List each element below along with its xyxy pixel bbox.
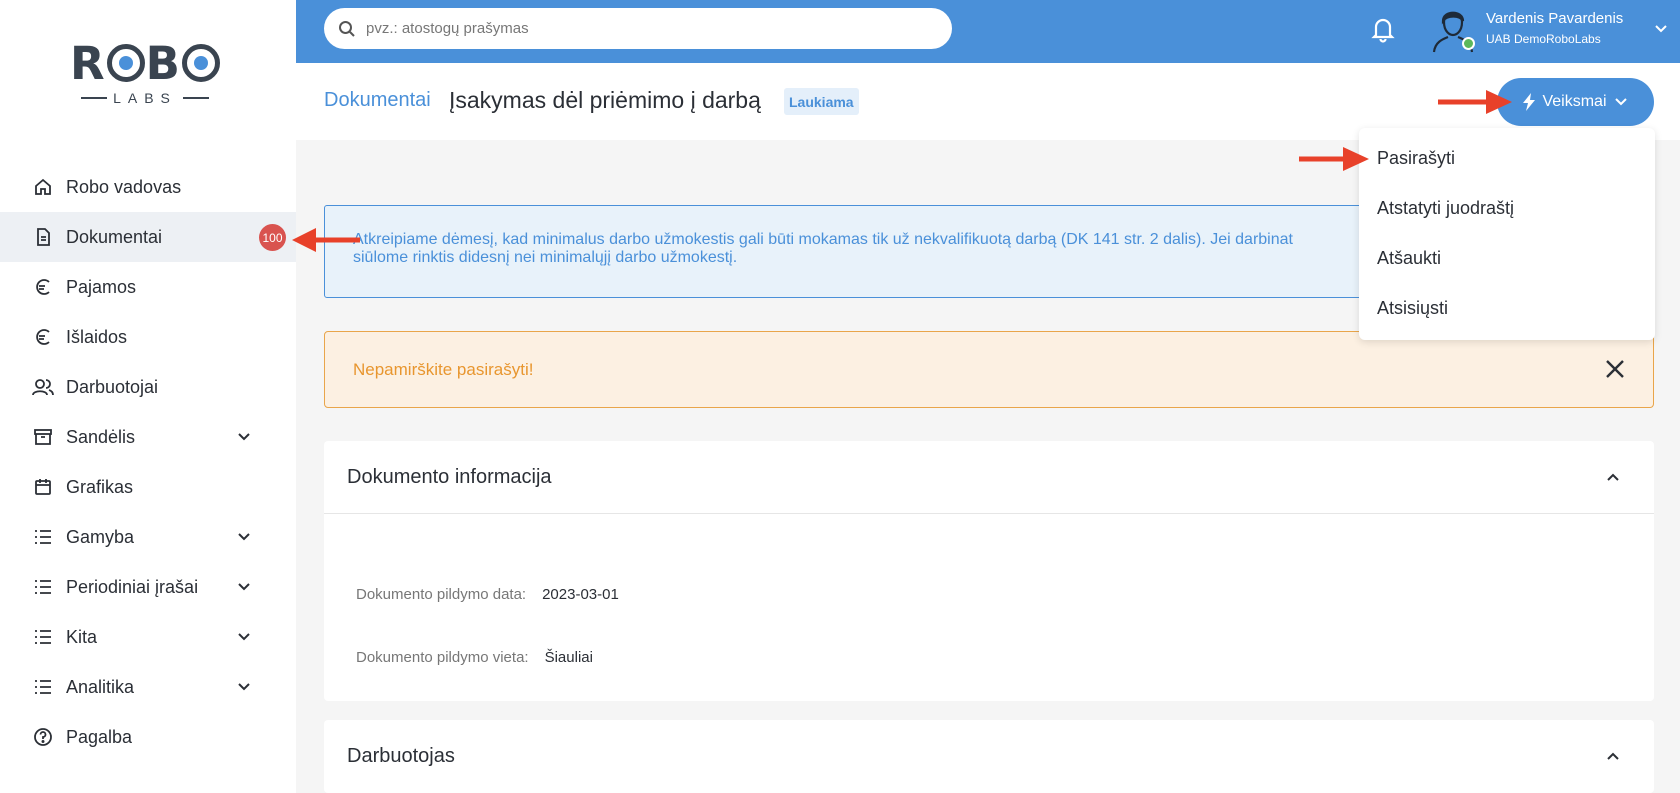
home-icon — [32, 176, 54, 198]
menu-item-sign[interactable]: Pasirašyti — [1377, 148, 1455, 169]
users-icon — [32, 376, 54, 398]
sidebar-item-periodiniai-irasai[interactable]: Periodiniai įrašai — [0, 562, 296, 612]
arrow-to-actions-annotation — [1438, 90, 1512, 114]
card-title: Dokumento informacija — [347, 466, 552, 488]
chevron-up-icon[interactable] — [1605, 748, 1621, 764]
fill-date-label: Dokumento pildymo data: — [356, 586, 527, 603]
robolabs-logo[interactable]: R B LABS — [70, 37, 230, 118]
documents-count-badge: 100 — [259, 224, 286, 251]
warning-text: Nepamirškite pasirašyti! — [353, 360, 534, 379]
breadcrumb-documents-link[interactable]: Dokumentai — [324, 89, 431, 112]
sidebar-item-label: Analitika — [66, 676, 135, 697]
logo-labs-text: LABS — [113, 90, 177, 106]
euro-icon — [32, 276, 54, 298]
sign-reminder-alert: Nepamirškite pasirašyti! — [324, 331, 1654, 408]
document-info-card: Dokumento informacija Dokumento pildymo … — [324, 441, 1654, 701]
sidebar-item-gamyba[interactable]: Gamyba — [0, 512, 296, 562]
sidebar: R B LABS Robo vadovas Dokumentai 100 Paj… — [0, 0, 296, 793]
actions-button-label: Veiksmai — [1542, 93, 1607, 110]
list-icon — [32, 676, 54, 698]
list-icon — [32, 526, 54, 548]
page-title: Įsakymas dėl priėmimo į darbą — [449, 87, 761, 113]
online-status-dot — [1462, 37, 1475, 50]
archive-icon — [32, 426, 54, 448]
chevron-down-icon[interactable] — [236, 579, 252, 595]
fill-place-label: Dokumento pildymo vieta: — [356, 649, 529, 666]
close-icon[interactable] — [1603, 357, 1627, 381]
menu-item-restore-draft[interactable]: Atstatyti juodraštį — [1377, 198, 1514, 219]
arrow-to-sign-annotation — [1299, 147, 1369, 171]
sidebar-item-sandelis[interactable]: Sandėlis — [0, 412, 296, 462]
top-bar: Vardenis Pavardenis UAB DemoRoboLabs — [296, 0, 1680, 63]
chevron-down-icon — [1614, 98, 1627, 106]
notifications-bell-icon[interactable] — [1368, 14, 1398, 44]
list-icon — [32, 576, 54, 598]
search-input[interactable] — [366, 20, 926, 37]
sidebar-item-pajamos[interactable]: Pajamos — [0, 262, 296, 312]
help-icon — [32, 726, 54, 748]
actions-button[interactable]: Veiksmai — [1497, 78, 1654, 126]
sidebar-item-grafikas[interactable]: Grafikas — [0, 462, 296, 512]
sidebar-item-label: Pajamos — [66, 276, 137, 297]
card-title: Darbuotojas — [347, 745, 455, 767]
fill-place-row: Dokumento pildymo vieta: Šiauliai — [356, 649, 593, 666]
search-box[interactable] — [324, 8, 952, 49]
sidebar-item-label: Pagalba — [66, 726, 133, 747]
fill-date-value: 2023-03-01 — [542, 586, 619, 603]
status-badge: Laukiama — [784, 88, 859, 115]
sidebar-item-label: Kita — [66, 626, 98, 647]
sidebar-item-label: Periodiniai įrašai — [66, 576, 199, 597]
sidebar-item-label: Gamyba — [66, 526, 135, 547]
fill-place-value: Šiauliai — [544, 649, 593, 666]
chevron-down-icon[interactable] — [236, 429, 252, 445]
sidebar-item-label: Darbuotojai — [66, 376, 159, 397]
sidebar-item-islaidos[interactable]: Išlaidos — [0, 312, 296, 362]
euro-icon — [32, 326, 54, 348]
sidebar-item-label: Robo vadovas — [66, 176, 182, 197]
calendar-icon — [32, 476, 54, 498]
sidebar-item-darbuotojai[interactable]: Darbuotojai — [0, 362, 296, 412]
sidebar-item-label: Dokumentai — [66, 226, 163, 247]
menu-item-cancel[interactable]: Atšaukti — [1377, 248, 1441, 269]
fill-date-row: Dokumento pildymo data: 2023-03-01 — [356, 586, 619, 603]
chevron-down-icon[interactable] — [1653, 21, 1669, 37]
arrow-to-documents-annotation — [292, 228, 360, 252]
employee-card-header[interactable]: Darbuotojas — [324, 720, 1654, 793]
chevron-down-icon[interactable] — [236, 679, 252, 695]
chevron-down-icon[interactable] — [236, 529, 252, 545]
sidebar-item-robo-vadovas[interactable]: Robo vadovas — [0, 162, 296, 212]
list-icon — [32, 626, 54, 648]
sidebar-item-label: Grafikas — [66, 476, 134, 497]
user-name[interactable]: Vardenis Pavardenis — [1486, 10, 1623, 27]
employee-card: Darbuotojas — [324, 720, 1654, 793]
sidebar-item-analitika[interactable]: Analitika — [0, 662, 296, 712]
lightning-icon — [1523, 93, 1536, 111]
sidebar-item-kita[interactable]: Kita — [0, 612, 296, 662]
search-icon — [339, 20, 355, 37]
actions-dropdown-menu: Pasirašyti Atstatyti juodraštį Atšaukti … — [1359, 128, 1655, 340]
sidebar-nav: Robo vadovas Dokumentai 100 Pajamos Išla… — [0, 162, 296, 762]
sidebar-item-pagalba[interactable]: Pagalba — [0, 712, 296, 762]
document-info-header[interactable]: Dokumento informacija — [324, 441, 1654, 514]
chevron-down-icon[interactable] — [236, 629, 252, 645]
chevron-up-icon[interactable] — [1605, 469, 1621, 485]
sidebar-item-label: Išlaidos — [66, 326, 128, 347]
user-company[interactable]: UAB DemoRoboLabs — [1486, 32, 1601, 46]
document-icon — [32, 226, 54, 248]
sidebar-item-dokumentai[interactable]: Dokumentai 100 — [0, 212, 296, 262]
sidebar-item-label: Sandėlis — [66, 426, 136, 447]
menu-item-download[interactable]: Atsisiųsti — [1377, 298, 1448, 319]
